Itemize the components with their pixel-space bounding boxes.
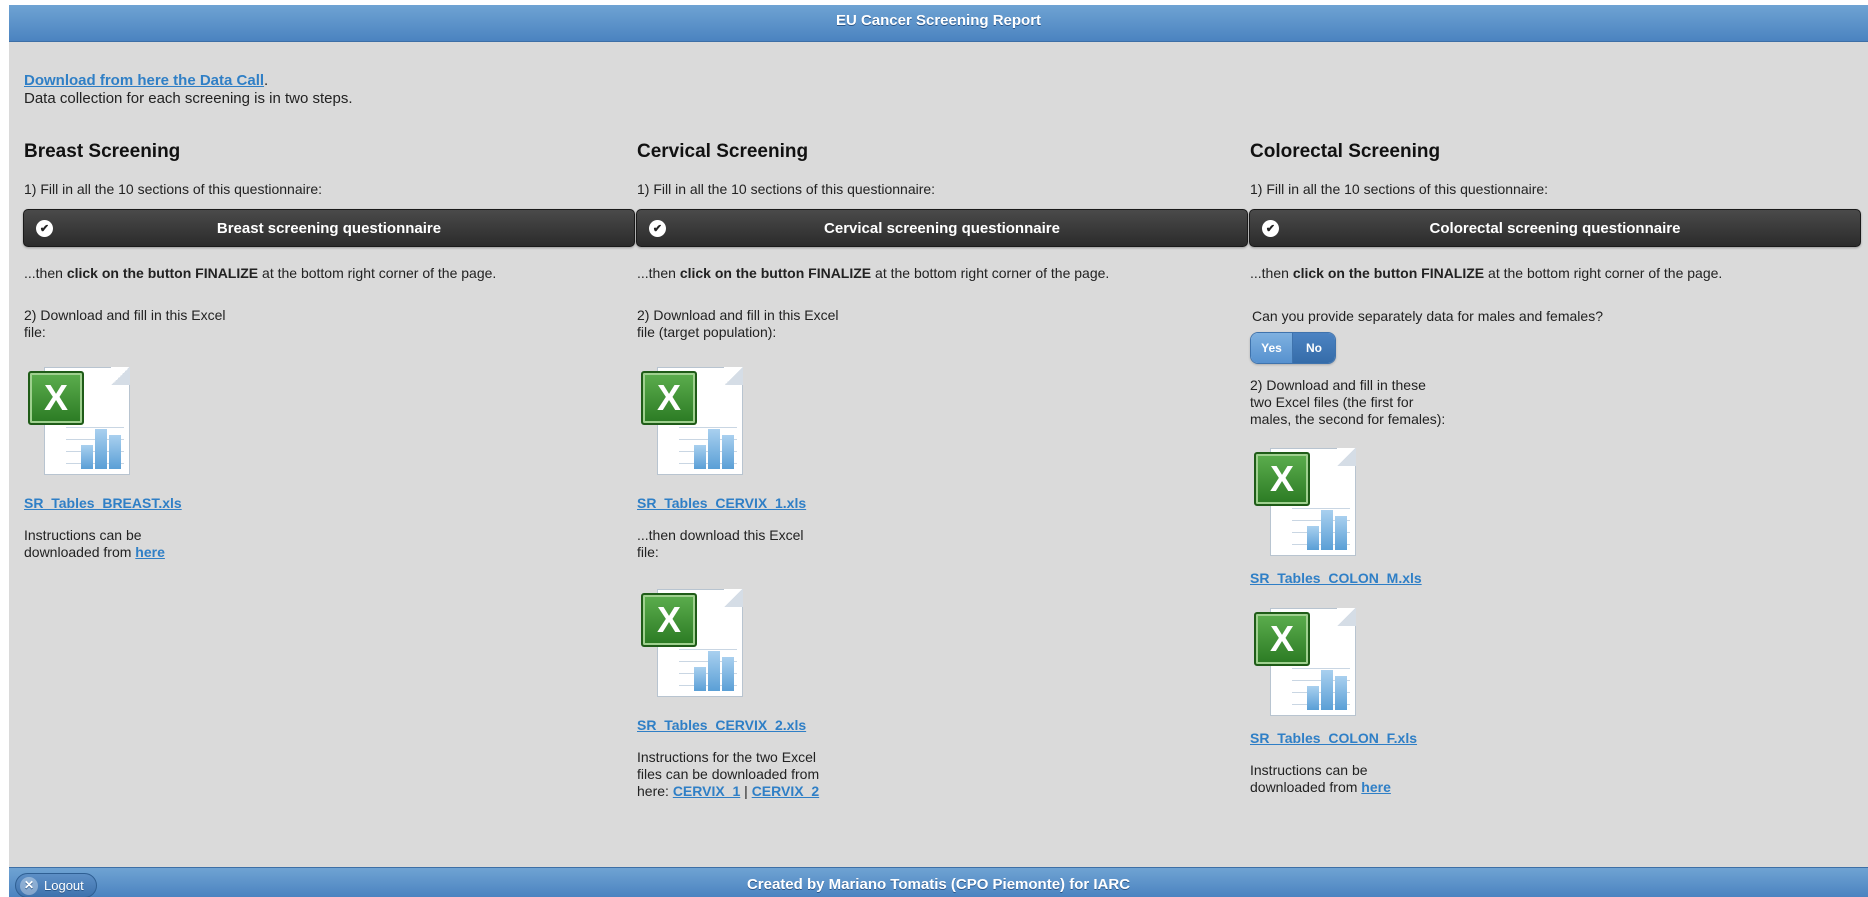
colorectal-column: Colorectal Screening 1) Fill in all the … (1249, 141, 1861, 796)
cervical-then-text: ...then download this Excel file: (637, 527, 804, 560)
close-circle-icon: ✕ (20, 876, 38, 895)
data-call-download-link[interactable]: Download from here the Data Call (24, 72, 264, 89)
cervical-questionnaire-label: Cervical screening questionnaire (824, 219, 1060, 237)
excel-file-icon[interactable]: X (26, 365, 136, 481)
page-title: EU Cancer Screening Report (835, 12, 1042, 29)
excel-file-icon[interactable]: X (1252, 606, 1362, 722)
breast-xls-link[interactable]: SR_Tables_BREAST.xls (24, 495, 182, 511)
instructions-text: Instructions can be downloaded from (24, 527, 142, 560)
finalize-bold: click on the button FINALIZE (66, 265, 259, 281)
cervical-questionnaire-button[interactable]: ✔ Cervical screening questionnaire (636, 209, 1248, 247)
colorectal-step2-text: 2) Download and fill in these two Excel … (1250, 377, 1446, 427)
breast-questionnaire-button[interactable]: ✔ Breast screening questionnaire (23, 209, 635, 247)
colorectal-title: Colorectal Screening (1250, 141, 1441, 162)
finalize-pre: ...then (24, 265, 67, 281)
cervical-title: Cervical Screening (637, 141, 809, 162)
excel-file-icon[interactable]: X (639, 365, 749, 481)
cervical-finalize-text: ...then click on the button FINALIZE at … (637, 265, 1248, 281)
cervix2-xls-link[interactable]: SR_Tables_CERVIX_2.xls (637, 717, 806, 733)
cervical-instructions: Instructions for the two Excel files can… (637, 749, 842, 800)
logout-button[interactable]: ✕ Logout (15, 873, 97, 897)
finalize-post: at the bottom right corner of the page. (871, 265, 1110, 281)
footer-credit: Created by Mariano Tomatis (CPO Piemonte… (746, 876, 1131, 893)
gender-question: Can you provide separately data for male… (1252, 308, 1603, 324)
finalize-pre: ...then (637, 265, 680, 281)
breast-instructions-link[interactable]: here (135, 544, 165, 560)
colorectal-instructions-link[interactable]: here (1361, 779, 1391, 795)
header-bar: EU Cancer Screening Report (9, 5, 1868, 42)
cervical-step2-text: 2) Download and fill in this Excel file … (637, 307, 839, 340)
colon-f-xls-link[interactable]: SR_Tables_COLON_F.xls (1250, 730, 1417, 746)
finalize-bold: click on the button FINALIZE (1292, 265, 1485, 281)
logout-label: Logout (44, 878, 84, 893)
cervix2-instructions-link[interactable]: CERVIX_2 (752, 783, 819, 799)
check-icon: ✔ (36, 220, 53, 237)
intro-section: Download from here the Data Call. Data c… (24, 72, 353, 108)
breast-step2-text: 2) Download and fill in this Excel file: (24, 307, 226, 340)
colon-m-xls-link[interactable]: SR_Tables_COLON_M.xls (1250, 570, 1422, 586)
cervical-step1-text: 1) Fill in all the 10 sections of this q… (637, 181, 936, 197)
colorectal-finalize-text: ...then click on the button FINALIZE at … (1250, 265, 1861, 281)
breast-column: Breast Screening 1) Fill in all the 10 s… (23, 141, 635, 561)
finalize-bold: click on the button FINALIZE (679, 265, 872, 281)
excel-file-icon[interactable]: X (639, 587, 749, 703)
intro-period: . (264, 72, 269, 89)
gender-split-toggle[interactable]: Yes No (1250, 332, 1336, 364)
colorectal-instructions: Instructions can be downloaded from here (1250, 762, 1400, 796)
intro-description: Data collection for each screening is in… (24, 90, 353, 107)
colorectal-step1-text: 1) Fill in all the 10 sections of this q… (1250, 181, 1549, 197)
breast-questionnaire-label: Breast screening questionnaire (216, 219, 442, 237)
breast-step1-text: 1) Fill in all the 10 sections of this q… (24, 181, 323, 197)
colorectal-questionnaire-button[interactable]: ✔ Colorectal screening questionnaire (1249, 209, 1861, 247)
instructions-text: Instructions can be downloaded from (1250, 762, 1368, 795)
yes-toggle-option[interactable]: Yes (1251, 333, 1293, 363)
check-icon: ✔ (1262, 220, 1279, 237)
finalize-post: at the bottom right corner of the page. (258, 265, 497, 281)
cervix1-instructions-link[interactable]: CERVIX_1 (673, 783, 740, 799)
no-toggle-option[interactable]: No (1293, 333, 1335, 363)
finalize-post: at the bottom right corner of the page. (1484, 265, 1723, 281)
app-frame: EU Cancer Screening Report Download from… (9, 5, 1868, 897)
footer-bar: ✕ Logout Created by Mariano Tomatis (CPO… (9, 867, 1868, 897)
colorectal-questionnaire-label: Colorectal screening questionnaire (1429, 219, 1681, 237)
breast-title: Breast Screening (24, 141, 181, 162)
breast-finalize-text: ...then click on the button FINALIZE at … (24, 265, 635, 281)
breast-instructions: Instructions can be downloaded from here (24, 527, 174, 561)
finalize-pre: ...then (1250, 265, 1293, 281)
cervical-column: Cervical Screening 1) Fill in all the 10… (636, 141, 1248, 800)
check-icon: ✔ (649, 220, 666, 237)
excel-file-icon[interactable]: X (1252, 446, 1362, 562)
cervix1-xls-link[interactable]: SR_Tables_CERVIX_1.xls (637, 495, 806, 511)
separator: | (740, 783, 752, 799)
